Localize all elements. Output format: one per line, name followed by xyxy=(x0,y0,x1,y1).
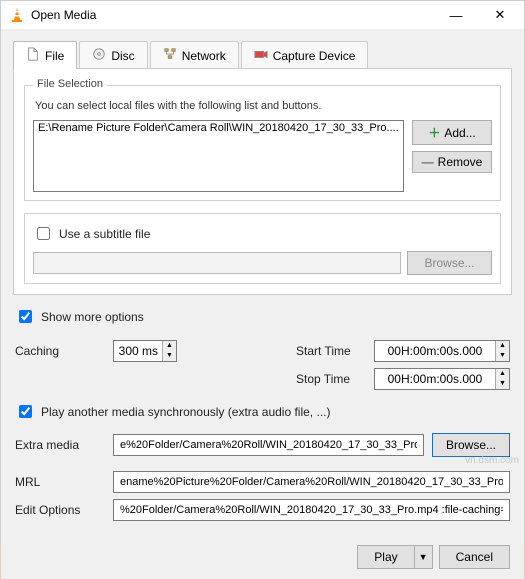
show-more-checkbox[interactable] xyxy=(19,310,32,323)
file-selection-group: File Selection You can select local file… xyxy=(24,85,501,201)
play-button[interactable]: Play xyxy=(357,545,414,569)
close-button[interactable]: ✕ xyxy=(478,1,522,29)
stop-time-down[interactable]: ▼ xyxy=(495,379,509,389)
tab-disc[interactable]: Disc xyxy=(79,41,147,69)
tab-file-label: File xyxy=(45,49,64,63)
tab-network-label: Network xyxy=(182,49,226,63)
content-area: File Disc Network Capture Device File Se xyxy=(1,29,524,579)
edit-options-input[interactable] xyxy=(113,499,510,521)
start-time-up[interactable]: ▲ xyxy=(495,341,509,351)
file-list[interactable]: E:\Rename Picture Folder\Camera Roll\WIN… xyxy=(33,120,404,192)
caching-down[interactable]: ▼ xyxy=(162,351,176,361)
play-another-checkbox[interactable] xyxy=(19,405,32,418)
stop-time-label: Stop Time xyxy=(296,372,366,386)
play-dropdown-button[interactable]: ▼ xyxy=(415,545,433,569)
play-another-row[interactable]: Play another media synchronously (extra … xyxy=(15,396,510,427)
tab-panel-file: File Selection You can select local file… xyxy=(13,68,512,295)
start-time-spinner[interactable]: ▲▼ xyxy=(374,340,510,362)
start-time-down[interactable]: ▼ xyxy=(495,351,509,361)
file-list-item[interactable]: E:\Rename Picture Folder\Camera Roll\WIN… xyxy=(34,121,403,135)
subtitle-path-input xyxy=(33,252,401,274)
add-button-label: Add... xyxy=(444,126,475,140)
caching-spinner[interactable]: ▲▼ xyxy=(113,340,177,362)
tab-bar: File Disc Network Capture Device xyxy=(13,41,512,69)
minus-icon: — xyxy=(422,155,434,169)
cancel-button-label: Cancel xyxy=(456,550,493,564)
plus-icon: ＋ xyxy=(428,124,440,141)
caching-label: Caching xyxy=(15,344,105,358)
play-split-button[interactable]: Play ▼ xyxy=(357,545,432,569)
disc-icon xyxy=(92,47,106,64)
cancel-button[interactable]: Cancel xyxy=(439,545,510,569)
show-more-label: Show more options xyxy=(41,310,144,324)
caching-input[interactable] xyxy=(114,341,162,361)
subtitle-checkbox-row[interactable]: Use a subtitle file xyxy=(33,224,492,249)
tab-capture-label: Capture Device xyxy=(273,49,356,63)
caching-up[interactable]: ▲ xyxy=(162,341,176,351)
start-time-input[interactable] xyxy=(375,341,495,361)
subtitle-browse-label: Browse... xyxy=(424,256,474,270)
remove-button[interactable]: — Remove xyxy=(412,151,492,173)
titlebar: Open Media — ✕ xyxy=(1,1,524,29)
tab-network[interactable]: Network xyxy=(150,41,239,69)
show-more-row[interactable]: Show more options xyxy=(1,295,524,330)
extra-media-browse-button[interactable]: Browse... xyxy=(432,433,510,457)
watermark: vn.dsm.com xyxy=(465,455,519,466)
file-selection-legend: File Selection xyxy=(33,78,107,90)
file-icon xyxy=(26,47,40,64)
button-bar: Play ▼ Cancel xyxy=(1,535,524,579)
extra-media-label: Extra media xyxy=(15,438,105,452)
start-time-label: Start Time xyxy=(296,344,366,358)
mrl-label: MRL xyxy=(15,475,105,489)
file-selection-hint: You can select local files with the foll… xyxy=(35,100,492,112)
extra-media-input[interactable] xyxy=(113,434,424,456)
tab-capture[interactable]: Capture Device xyxy=(241,41,369,69)
capture-icon xyxy=(254,47,268,64)
options-area: Caching ▲▼ Start Time ▲▼ Stop Time xyxy=(1,330,524,535)
add-button[interactable]: ＋ Add... xyxy=(412,120,492,145)
edit-options-label: Edit Options xyxy=(15,503,105,517)
remove-button-label: Remove xyxy=(438,155,483,169)
subtitle-label: Use a subtitle file xyxy=(59,227,150,241)
stop-time-up[interactable]: ▲ xyxy=(495,369,509,379)
open-media-window: Open Media — ✕ File Disc Network xyxy=(0,0,525,544)
minimize-button[interactable]: — xyxy=(434,1,478,29)
subtitle-browse-button: Browse... xyxy=(407,251,492,275)
play-another-label: Play another media synchronously (extra … xyxy=(41,405,330,419)
window-title: Open Media xyxy=(31,8,434,22)
stop-time-spinner[interactable]: ▲▼ xyxy=(374,368,510,390)
subtitle-checkbox[interactable] xyxy=(37,227,50,240)
subtitle-group: Use a subtitle file Browse... xyxy=(24,213,501,284)
mrl-input[interactable] xyxy=(113,471,510,493)
stop-time-input[interactable] xyxy=(375,369,495,389)
extra-media-browse-label: Browse... xyxy=(446,438,496,452)
network-icon xyxy=(163,47,177,64)
tab-disc-label: Disc xyxy=(111,49,134,63)
tab-file[interactable]: File xyxy=(13,41,77,69)
play-button-label: Play xyxy=(374,550,397,564)
vlc-cone-icon xyxy=(9,7,25,23)
